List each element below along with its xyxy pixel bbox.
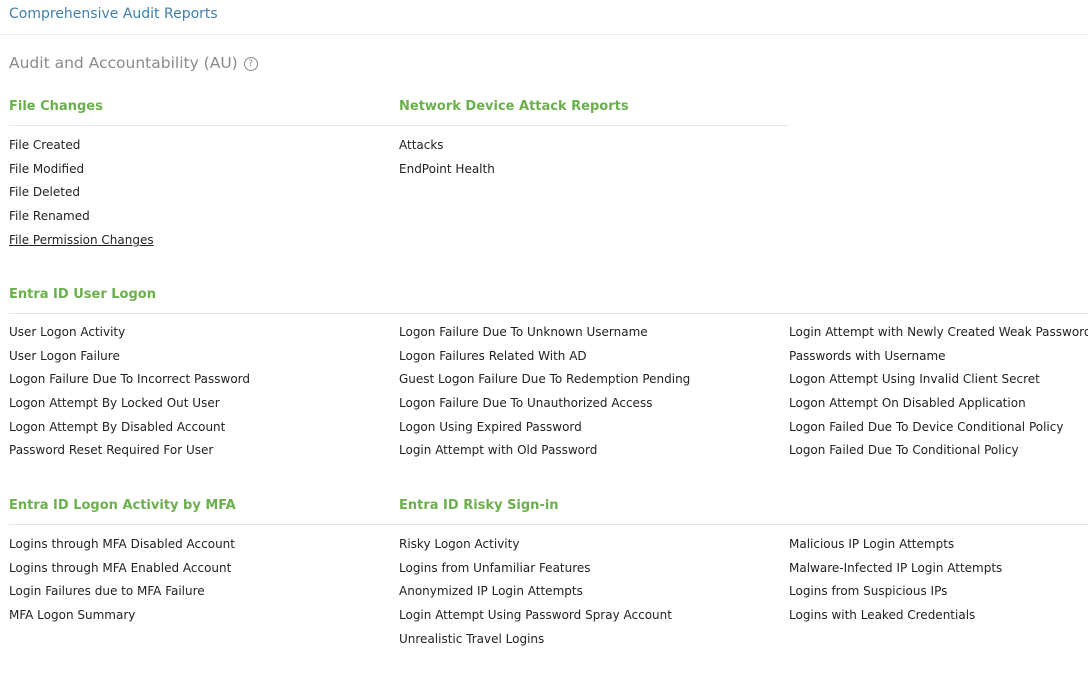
- title-divider: [0, 34, 1088, 35]
- file-changes-title: File Changes: [9, 99, 103, 114]
- report-disabled-account[interactable]: Logon Attempt By Disabled Account: [9, 416, 250, 440]
- report-file-modified[interactable]: File Modified: [9, 158, 154, 182]
- report-malware-infected-ip[interactable]: Malware-Infected IP Login Attempts: [789, 557, 1002, 581]
- page-title[interactable]: Comprehensive Audit Reports: [9, 6, 218, 22]
- section-title: Audit and Accountability (AU)?: [9, 54, 258, 72]
- report-mfa-disabled-account[interactable]: Logins through MFA Disabled Account: [9, 533, 235, 557]
- entra-logon-col1: User Logon Activity User Logon Failure L…: [9, 321, 250, 463]
- entra-risky-title: Entra ID Risky Sign-in: [399, 498, 559, 513]
- report-user-logon-activity[interactable]: User Logon Activity: [9, 321, 250, 345]
- file-changes-list: File Created File Modified File Deleted …: [9, 134, 154, 252]
- entra-risky-col1: Risky Logon Activity Logins from Unfamil…: [399, 533, 672, 651]
- report-mfa-summary[interactable]: MFA Logon Summary: [9, 604, 235, 628]
- entra-logon-header: Entra ID User Logon: [9, 287, 1088, 314]
- report-malicious-ip[interactable]: Malicious IP Login Attempts: [789, 533, 1002, 557]
- entra-mfa-list: Logins through MFA Disabled Account Logi…: [9, 533, 235, 628]
- entra-logon-col2: Logon Failure Due To Unknown Username Lo…: [399, 321, 690, 463]
- report-file-created[interactable]: File Created: [9, 134, 154, 158]
- report-file-permission-changes[interactable]: File Permission Changes: [9, 229, 154, 253]
- report-unauthorized-access[interactable]: Logon Failure Due To Unauthorized Access: [399, 392, 690, 416]
- report-passwords-with-username[interactable]: Passwords with Username: [789, 345, 1088, 369]
- entra-risky-col2: Malicious IP Login Attempts Malware-Infe…: [789, 533, 1002, 628]
- report-unknown-username[interactable]: Logon Failure Due To Unknown Username: [399, 321, 690, 345]
- entra-logon-col3: Login Attempt with Newly Created Weak Pa…: [789, 321, 1088, 463]
- report-unfamiliar-features[interactable]: Logins from Unfamiliar Features: [399, 557, 672, 581]
- report-endpoint-health[interactable]: EndPoint Health: [399, 158, 495, 182]
- report-password-reset-required[interactable]: Password Reset Required For User: [9, 439, 250, 463]
- report-weak-password[interactable]: Login Attempt with Newly Created Weak Pa…: [789, 321, 1088, 345]
- entra-logon-title: Entra ID User Logon: [9, 287, 156, 302]
- report-anonymized-ip[interactable]: Anonymized IP Login Attempts: [399, 580, 672, 604]
- report-mfa-failure[interactable]: Login Failures due to MFA Failure: [9, 580, 235, 604]
- report-file-deleted[interactable]: File Deleted: [9, 181, 154, 205]
- help-icon[interactable]: ?: [243, 57, 258, 71]
- report-old-password[interactable]: Login Attempt with Old Password: [399, 439, 690, 463]
- report-incorrect-password[interactable]: Logon Failure Due To Incorrect Password: [9, 368, 250, 392]
- report-password-spray[interactable]: Login Attempt Using Password Spray Accou…: [399, 604, 672, 628]
- report-conditional-policy[interactable]: Logon Failed Due To Conditional Policy: [789, 439, 1088, 463]
- report-leaked-credentials[interactable]: Logins with Leaked Credentials: [789, 604, 1002, 628]
- file-changes-header: File Changes: [9, 99, 389, 126]
- report-file-renamed[interactable]: File Renamed: [9, 205, 154, 229]
- entra-risky-header: Entra ID Risky Sign-in: [389, 498, 1088, 525]
- report-unrealistic-travel[interactable]: Unrealistic Travel Logins: [399, 628, 672, 652]
- audit-reports-page: Comprehensive Audit Reports Audit and Ac…: [0, 0, 1088, 674]
- report-mfa-enabled-account[interactable]: Logins through MFA Enabled Account: [9, 557, 235, 581]
- report-risky-logon-activity[interactable]: Risky Logon Activity: [399, 533, 672, 557]
- report-guest-redemption-pending[interactable]: Guest Logon Failure Due To Redemption Pe…: [399, 368, 690, 392]
- report-attacks[interactable]: Attacks: [399, 134, 495, 158]
- entra-mfa-title: Entra ID Logon Activity by MFA: [9, 498, 236, 513]
- network-attacks-header: Network Device Attack Reports: [389, 99, 789, 126]
- network-attacks-list: Attacks EndPoint Health: [399, 134, 495, 181]
- network-attacks-title: Network Device Attack Reports: [399, 99, 629, 114]
- report-suspicious-ips[interactable]: Logins from Suspicious IPs: [789, 580, 1002, 604]
- report-disabled-application[interactable]: Logon Attempt On Disabled Application: [789, 392, 1088, 416]
- report-expired-password[interactable]: Logon Using Expired Password: [399, 416, 690, 440]
- entra-mfa-header: Entra ID Logon Activity by MFA: [9, 498, 389, 525]
- report-failures-related-ad[interactable]: Logon Failures Related With AD: [399, 345, 690, 369]
- report-invalid-client-secret[interactable]: Logon Attempt Using Invalid Client Secre…: [789, 368, 1088, 392]
- report-locked-out-user[interactable]: Logon Attempt By Locked Out User: [9, 392, 250, 416]
- section-title-text: Audit and Accountability (AU): [9, 54, 238, 72]
- report-device-conditional-policy[interactable]: Logon Failed Due To Device Conditional P…: [789, 416, 1088, 440]
- report-user-logon-failure[interactable]: User Logon Failure: [9, 345, 250, 369]
